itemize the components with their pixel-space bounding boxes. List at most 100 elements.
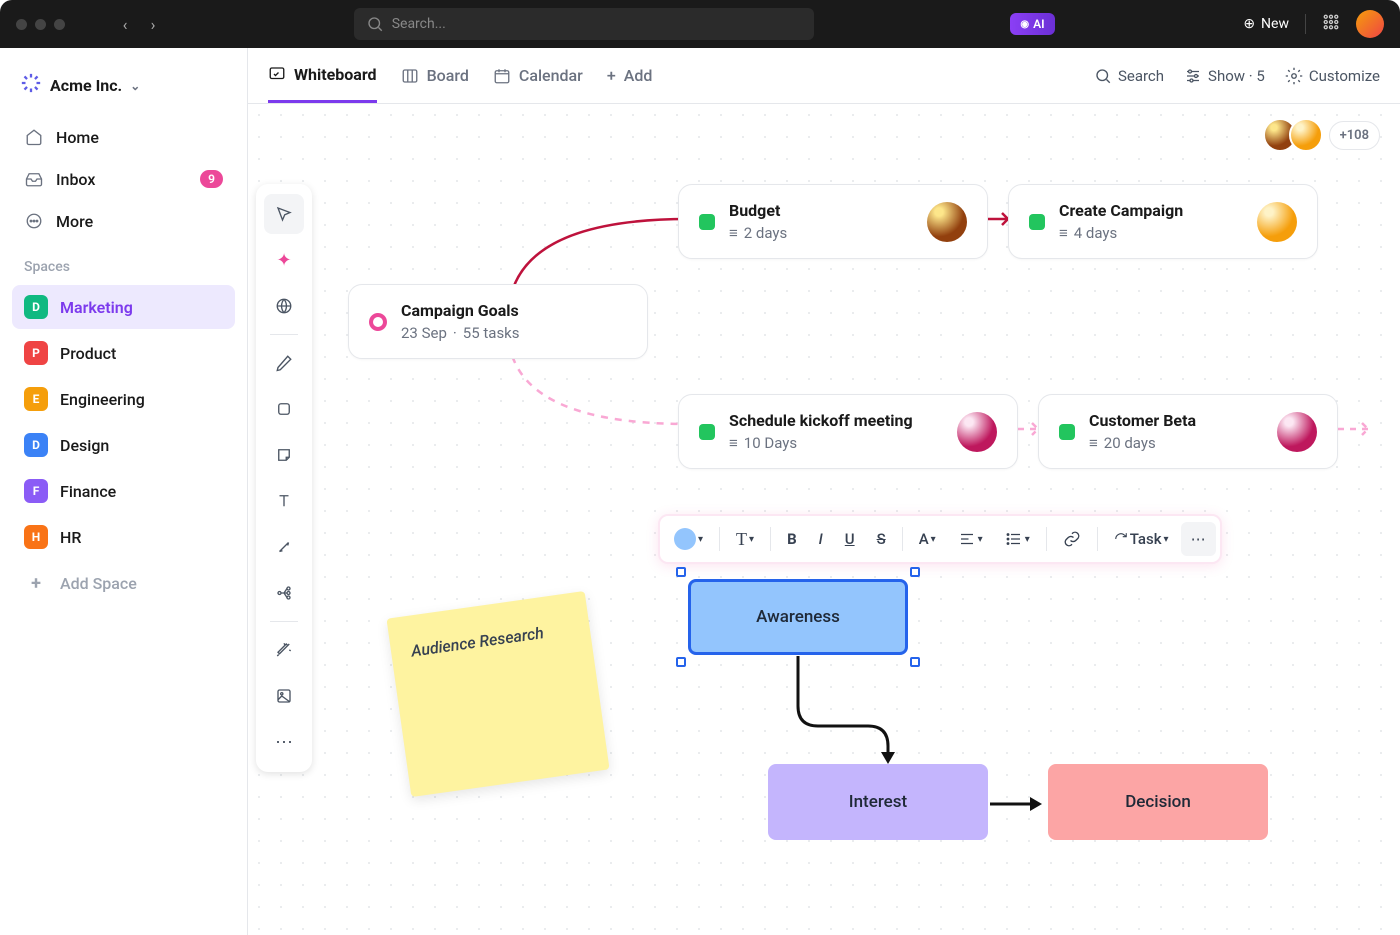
sidebar: Acme Inc. ⌄ Home Inbox 9 More Spaces D M…: [0, 48, 248, 935]
inbox-badge: 9: [200, 170, 223, 188]
more-icon: [24, 211, 44, 231]
plus-circle-icon: ⊕: [1243, 16, 1255, 32]
font-family[interactable]: T ▾: [726, 521, 764, 558]
plus-icon: +: [607, 66, 616, 85]
tab-calendar[interactable]: Calendar: [493, 48, 583, 103]
space-product[interactable]: P Product: [12, 331, 235, 375]
calendar-icon: [493, 67, 511, 85]
global-search[interactable]: Search...: [354, 8, 814, 40]
new-button[interactable]: ⊕ New: [1243, 16, 1289, 32]
titlebar: ‹ › Search... ◉ AI ⊕ New: [0, 0, 1400, 48]
nav-more[interactable]: More: [12, 201, 235, 241]
tool-magic[interactable]: [264, 630, 304, 670]
show-options[interactable]: Show · 5: [1184, 67, 1265, 85]
shape-decision[interactable]: Decision: [1048, 764, 1268, 840]
tool-image[interactable]: [264, 676, 304, 716]
minimize-window[interactable]: [35, 19, 46, 30]
status-green-icon: [699, 424, 715, 440]
space-engineering[interactable]: E Engineering: [12, 377, 235, 421]
whiteboard-tools: ✦ ⋯: [256, 184, 312, 772]
customize-button[interactable]: Customize: [1285, 67, 1380, 85]
assignee-avatar[interactable]: [957, 412, 997, 452]
space-design[interactable]: D Design: [12, 423, 235, 467]
more-options[interactable]: ⋯: [1181, 522, 1216, 556]
align-button[interactable]: ▾: [948, 522, 993, 556]
assignee-avatar[interactable]: [927, 202, 967, 242]
add-space[interactable]: + Add Space: [12, 561, 235, 605]
shape-awareness[interactable]: Awareness: [688, 579, 908, 655]
avatar-overflow[interactable]: +108: [1329, 121, 1380, 150]
ai-button[interactable]: ◉ AI: [1010, 13, 1054, 35]
strike-button[interactable]: S: [867, 522, 896, 556]
shape-interest[interactable]: Interest: [768, 764, 988, 840]
view-search[interactable]: Search: [1094, 67, 1164, 85]
nav-home[interactable]: Home: [12, 117, 235, 157]
chevron-down-icon: ⌄: [130, 79, 140, 93]
italic-button[interactable]: I: [809, 522, 833, 556]
tool-more[interactable]: ⋯: [264, 722, 304, 762]
workspace-selector[interactable]: Acme Inc. ⌄: [12, 64, 235, 107]
card-campaign-goals[interactable]: Campaign Goals 23 Sep · 55 tasks: [348, 284, 648, 359]
bold-button[interactable]: B: [777, 522, 807, 556]
close-window[interactable]: [16, 19, 27, 30]
tool-ai-generate[interactable]: ✦: [264, 240, 304, 280]
space-hr[interactable]: H HR: [12, 515, 235, 559]
nav-forward[interactable]: ›: [141, 12, 165, 36]
status-open-icon: [369, 313, 387, 331]
link-button[interactable]: [1053, 522, 1091, 556]
card-create-campaign[interactable]: Create Campaign ≡4 days: [1008, 184, 1318, 259]
gear-icon: [1285, 67, 1303, 85]
collaborator-avatars[interactable]: +108: [1271, 118, 1380, 152]
profile-avatar[interactable]: [1356, 10, 1384, 38]
text-color[interactable]: A ▾: [909, 522, 946, 556]
convert-to-task[interactable]: Task ▾: [1104, 522, 1179, 556]
card-customer-beta[interactable]: Customer Beta ≡20 days: [1038, 394, 1338, 469]
tab-add-view[interactable]: + Add: [607, 48, 653, 103]
tool-sticky[interactable]: [264, 435, 304, 475]
nav-inbox[interactable]: Inbox 9: [12, 159, 235, 199]
window-controls: [16, 19, 65, 30]
inbox-icon: [24, 169, 44, 189]
tool-select[interactable]: [264, 194, 304, 234]
status-green-icon: [699, 214, 715, 230]
list-icon: ≡: [1059, 224, 1068, 242]
shape-format-toolbar: ▾ T ▾ B I U S A ▾ ▾ ▾ Task ▾ ⋯: [658, 514, 1222, 564]
list-button[interactable]: ▾: [995, 522, 1040, 556]
home-icon: [24, 127, 44, 147]
space-finance[interactable]: F Finance: [12, 469, 235, 513]
tool-shape[interactable]: [264, 389, 304, 429]
card-kickoff[interactable]: Schedule kickoff meeting ≡10 Days: [678, 394, 1018, 469]
avatar[interactable]: [1289, 118, 1323, 152]
whiteboard-icon: [268, 65, 286, 83]
status-green-icon: [1059, 424, 1075, 440]
tab-board[interactable]: Board: [401, 48, 469, 103]
list-icon: ≡: [729, 434, 738, 452]
tool-mindmap[interactable]: [264, 573, 304, 613]
whiteboard-canvas[interactable]: +108 ✦ ⋯: [248, 104, 1400, 935]
tool-web[interactable]: [264, 286, 304, 326]
maximize-window[interactable]: [54, 19, 65, 30]
status-green-icon: [1029, 214, 1045, 230]
list-icon: ≡: [1089, 434, 1098, 452]
sticky-note[interactable]: Audience Research: [386, 591, 609, 797]
nav-back[interactable]: ‹: [113, 12, 137, 36]
fill-color[interactable]: ▾: [664, 520, 713, 558]
space-marketing[interactable]: D Marketing: [12, 285, 235, 329]
sliders-icon: [1184, 67, 1202, 85]
assignee-avatar[interactable]: [1257, 202, 1297, 242]
tab-whiteboard[interactable]: Whiteboard: [268, 48, 377, 103]
apps-icon[interactable]: [1322, 13, 1340, 35]
search-icon: [366, 15, 384, 33]
board-icon: [401, 67, 419, 85]
assignee-avatar[interactable]: [1277, 412, 1317, 452]
search-icon: [1094, 67, 1112, 85]
tool-connector[interactable]: [264, 527, 304, 567]
spaces-header: Spaces: [12, 243, 235, 283]
underline-button[interactable]: U: [835, 522, 865, 556]
tool-pen[interactable]: [264, 343, 304, 383]
search-placeholder: Search...: [392, 16, 446, 32]
workspace-icon: [20, 72, 42, 99]
plus-icon: +: [24, 571, 48, 595]
card-budget[interactable]: Budget ≡2 days: [678, 184, 988, 259]
tool-text[interactable]: [264, 481, 304, 521]
